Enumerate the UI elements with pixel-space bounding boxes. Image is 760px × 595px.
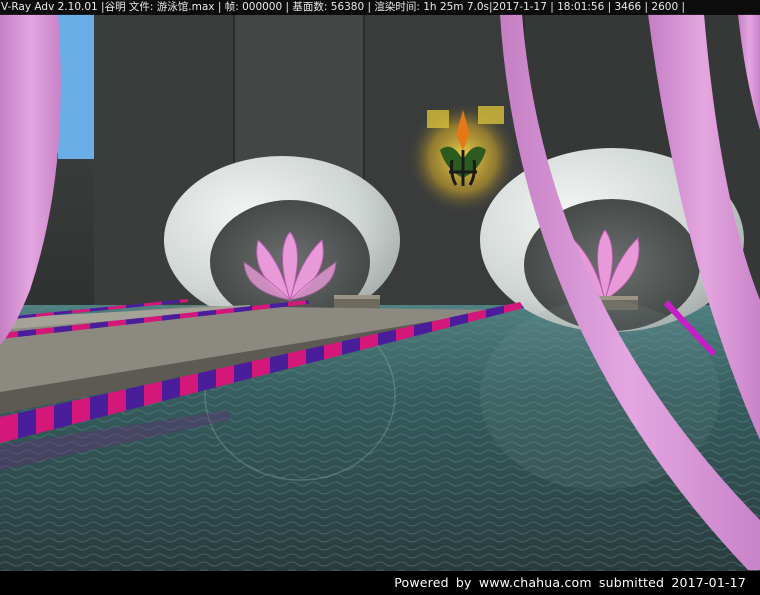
render-viewport <box>0 0 760 595</box>
credit-text: Powered by www.chahua.com submitted 2017… <box>394 575 746 590</box>
render-info-bar: V-Ray Adv 2.10.01 |谷明 文件: 游泳馆.max | 帧: 0… <box>0 0 760 15</box>
pool-scene-image <box>0 0 760 571</box>
render-info-text: V-Ray Adv 2.10.01 |谷明 文件: 游泳馆.max | 帧: 0… <box>1 1 686 13</box>
credit-bar: Powered by www.chahua.com submitted 2017… <box>0 571 760 595</box>
